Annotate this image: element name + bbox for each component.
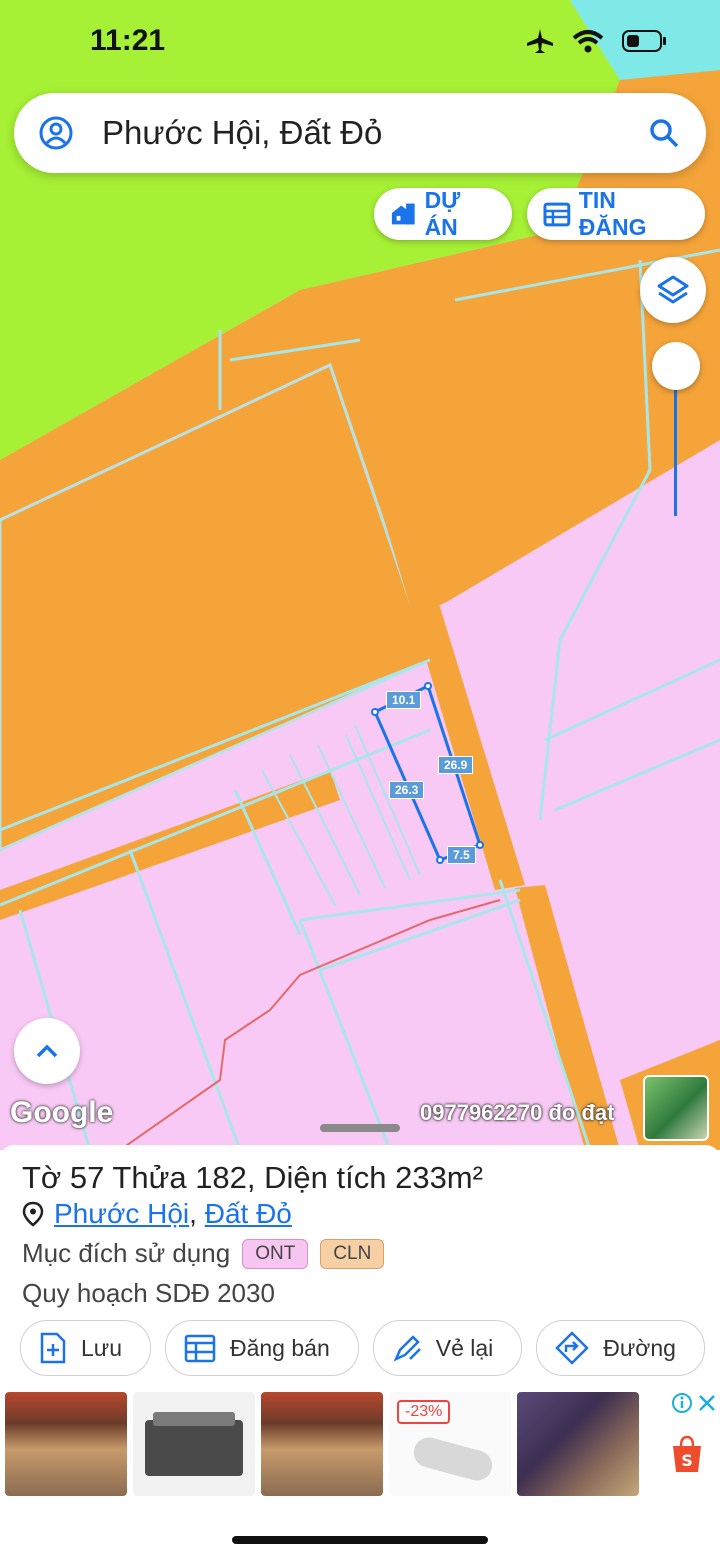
layers-button[interactable] xyxy=(640,257,706,323)
dim-label-right: 26.9 xyxy=(438,756,474,774)
ad-info-icon[interactable] xyxy=(671,1392,693,1414)
map-overlay-text: 0977962270 đo đạt xyxy=(420,1100,615,1125)
opacity-slider-track[interactable] xyxy=(674,370,677,516)
post-sale-button[interactable]: Đăng bán xyxy=(164,1320,359,1376)
status-bar: 11:21 xyxy=(0,0,720,80)
ad-image-scanner[interactable]: -23% xyxy=(389,1392,511,1496)
sheet-drag-handle[interactable] xyxy=(320,1124,400,1132)
save-button[interactable]: Lưu xyxy=(20,1320,151,1376)
ad-image-circuit[interactable] xyxy=(517,1392,639,1496)
ad-image-shop-2[interactable] xyxy=(261,1392,383,1496)
discount-badge: -23% xyxy=(397,1400,451,1424)
search-bar[interactable]: Phước Hội, Đất Đỏ xyxy=(14,93,706,173)
chevron-up-icon xyxy=(36,1044,58,1058)
building-icon xyxy=(391,203,415,225)
ad-close-icon[interactable] xyxy=(697,1393,717,1413)
save-label: Lưu xyxy=(81,1334,122,1361)
planning-label: Quy hoạch SDĐ 2030 xyxy=(22,1278,275,1308)
home-indicator[interactable] xyxy=(232,1536,488,1544)
purpose-badge-ont: ONT xyxy=(242,1238,309,1269)
parcel-location: Phước Hội, Đất Đỏ xyxy=(22,1198,292,1230)
directions-button[interactable]: Đường xyxy=(536,1320,705,1376)
add-file-icon xyxy=(40,1332,66,1364)
project-chip-label: DỰ ÁN xyxy=(424,187,461,240)
calendar-icon xyxy=(184,1334,216,1363)
dim-label-top: 10.1 xyxy=(386,691,422,709)
listing-chip-label: TIN ĐĂNG xyxy=(578,187,647,240)
overlay-avatar[interactable] xyxy=(643,1075,709,1141)
calendar-icon xyxy=(543,202,571,227)
redraw-button[interactable]: Vẻ lại xyxy=(372,1320,523,1376)
battery-icon xyxy=(622,30,666,52)
draw-icon xyxy=(393,1335,421,1362)
opacity-slider-handle[interactable] xyxy=(652,342,700,390)
ad-strip[interactable]: -23% S xyxy=(0,1392,720,1500)
action-bar: Lưu Đăng bán Vẻ lại Đường xyxy=(20,1320,705,1376)
purpose-label: Mục đích sử dụng xyxy=(22,1238,231,1268)
redraw-label: Vẻ lại xyxy=(435,1334,494,1361)
district-link[interactable]: Đất Đỏ xyxy=(205,1198,292,1229)
wifi-icon xyxy=(572,30,604,53)
search-input[interactable]: Phước Hội, Đất Đỏ xyxy=(102,114,648,152)
layers-icon xyxy=(657,275,689,304)
location-separator: , xyxy=(189,1198,197,1229)
purpose-badge-cln: CLN xyxy=(320,1238,385,1269)
airplane-icon xyxy=(527,29,553,53)
land-purpose-row: Mục đích sử dụng ONT CLN xyxy=(22,1238,385,1269)
post-sale-label: Đăng bán xyxy=(229,1334,330,1361)
directions-icon xyxy=(555,1331,590,1365)
dim-label-bottom: 7.5 xyxy=(447,846,476,864)
shopee-icon[interactable]: S xyxy=(667,1434,707,1474)
directions-label: Đường xyxy=(603,1334,676,1361)
ad-image-printer[interactable] xyxy=(133,1392,255,1496)
account-icon[interactable] xyxy=(38,115,74,151)
location-pin-icon xyxy=(22,1201,44,1227)
status-time: 11:21 xyxy=(90,24,166,57)
parcel-title: Tờ 57 Thửa 182, Diện tích 233m² xyxy=(22,1160,483,1195)
search-icon[interactable] xyxy=(648,117,680,149)
listing-chip-button[interactable]: TIN ĐĂNG xyxy=(527,187,705,240)
expand-up-button[interactable] xyxy=(14,1018,80,1084)
project-chip-button[interactable]: DỰ ÁN xyxy=(374,187,512,240)
ad-controls: S xyxy=(645,1392,715,1496)
google-logo: Google xyxy=(10,1096,114,1129)
svg-text:S: S xyxy=(681,1451,693,1470)
ward-link[interactable]: Phước Hội xyxy=(54,1198,189,1229)
dim-label-left: 26.3 xyxy=(389,781,425,799)
ad-image-shop[interactable] xyxy=(5,1392,127,1496)
